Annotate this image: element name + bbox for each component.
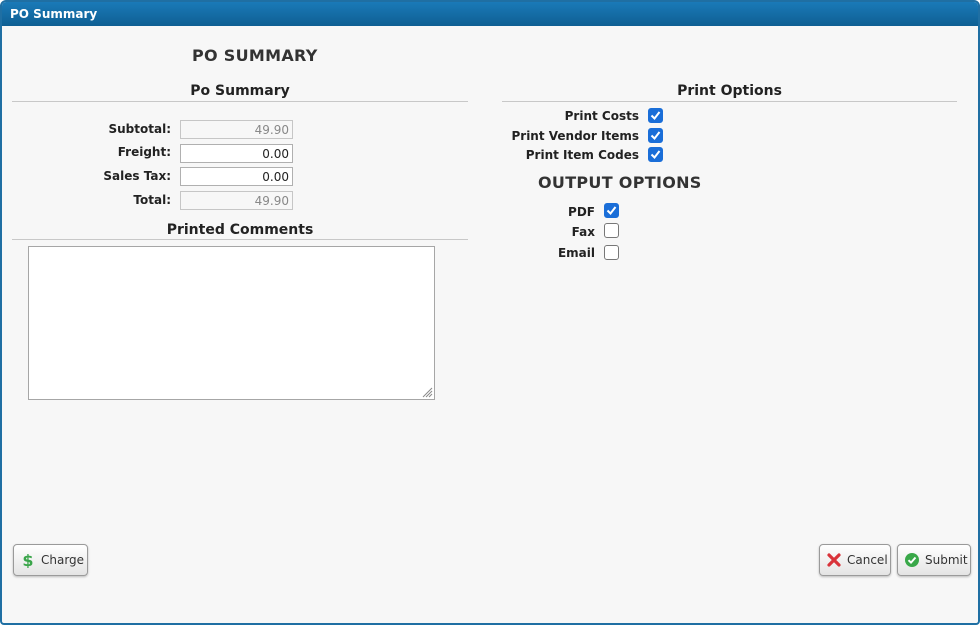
fax-label: Fax bbox=[571, 225, 595, 239]
freight-label: Freight: bbox=[117, 145, 171, 159]
total-label: Total: bbox=[133, 193, 171, 207]
printed-comments-heading: Printed Comments bbox=[166, 222, 314, 238]
dialog-titlebar[interactable]: PO Summary bbox=[2, 2, 978, 26]
dollar-icon: $ bbox=[22, 552, 33, 568]
print-item-codes-checkbox[interactable] bbox=[648, 147, 663, 162]
print-costs-checkbox[interactable] bbox=[648, 108, 663, 123]
page-title: PO SUMMARY bbox=[192, 46, 318, 65]
sales-tax-label: Sales Tax: bbox=[103, 169, 171, 183]
cancel-button-label: Cancel bbox=[847, 553, 888, 567]
pdf-checkbox[interactable] bbox=[604, 203, 619, 218]
checkmark-icon bbox=[650, 150, 661, 160]
subtotal-field bbox=[180, 120, 293, 139]
email-label: Email bbox=[557, 246, 595, 260]
checkmark-icon bbox=[650, 111, 661, 121]
printed-comments-divider bbox=[12, 239, 468, 240]
po-summary-heading: Po Summary bbox=[190, 83, 290, 99]
print-costs-label: Print Costs bbox=[564, 109, 639, 123]
print-vendor-items-checkbox[interactable] bbox=[648, 128, 663, 143]
printed-comments-textarea[interactable] bbox=[28, 246, 435, 400]
svg-text:$: $ bbox=[22, 552, 33, 568]
subtotal-label: Subtotal: bbox=[108, 122, 171, 136]
checkmark-icon bbox=[650, 131, 661, 141]
submit-button[interactable]: Submit bbox=[897, 544, 971, 576]
fax-checkbox[interactable] bbox=[604, 223, 619, 238]
checkmark-icon bbox=[606, 206, 617, 216]
submit-button-label: Submit bbox=[925, 553, 968, 567]
dialog-body: PO SUMMARY Po Summary Subtotal: Freight:… bbox=[2, 26, 978, 623]
charge-button[interactable]: $ Charge bbox=[13, 544, 88, 576]
print-vendor-items-label: Print Vendor Items bbox=[511, 129, 639, 143]
total-field bbox=[180, 191, 293, 210]
po-summary-dialog: PO Summary PO SUMMARY Po Summary Subtota… bbox=[0, 0, 980, 625]
resize-grip-icon[interactable] bbox=[421, 386, 433, 398]
print-options-divider bbox=[502, 101, 957, 102]
print-item-codes-label: Print Item Codes bbox=[525, 148, 639, 162]
print-options-heading: Print Options bbox=[677, 83, 782, 99]
email-checkbox[interactable] bbox=[604, 245, 619, 260]
freight-field[interactable] bbox=[180, 144, 293, 163]
sales-tax-field[interactable] bbox=[180, 167, 293, 186]
pdf-label: PDF bbox=[568, 205, 595, 219]
cancel-button[interactable]: Cancel bbox=[819, 544, 891, 576]
output-options-heading: OUTPUT OPTIONS bbox=[538, 173, 702, 192]
charge-button-label: Charge bbox=[41, 553, 85, 567]
po-summary-divider bbox=[12, 101, 468, 102]
check-circle-icon bbox=[905, 553, 919, 567]
close-icon bbox=[827, 553, 841, 567]
